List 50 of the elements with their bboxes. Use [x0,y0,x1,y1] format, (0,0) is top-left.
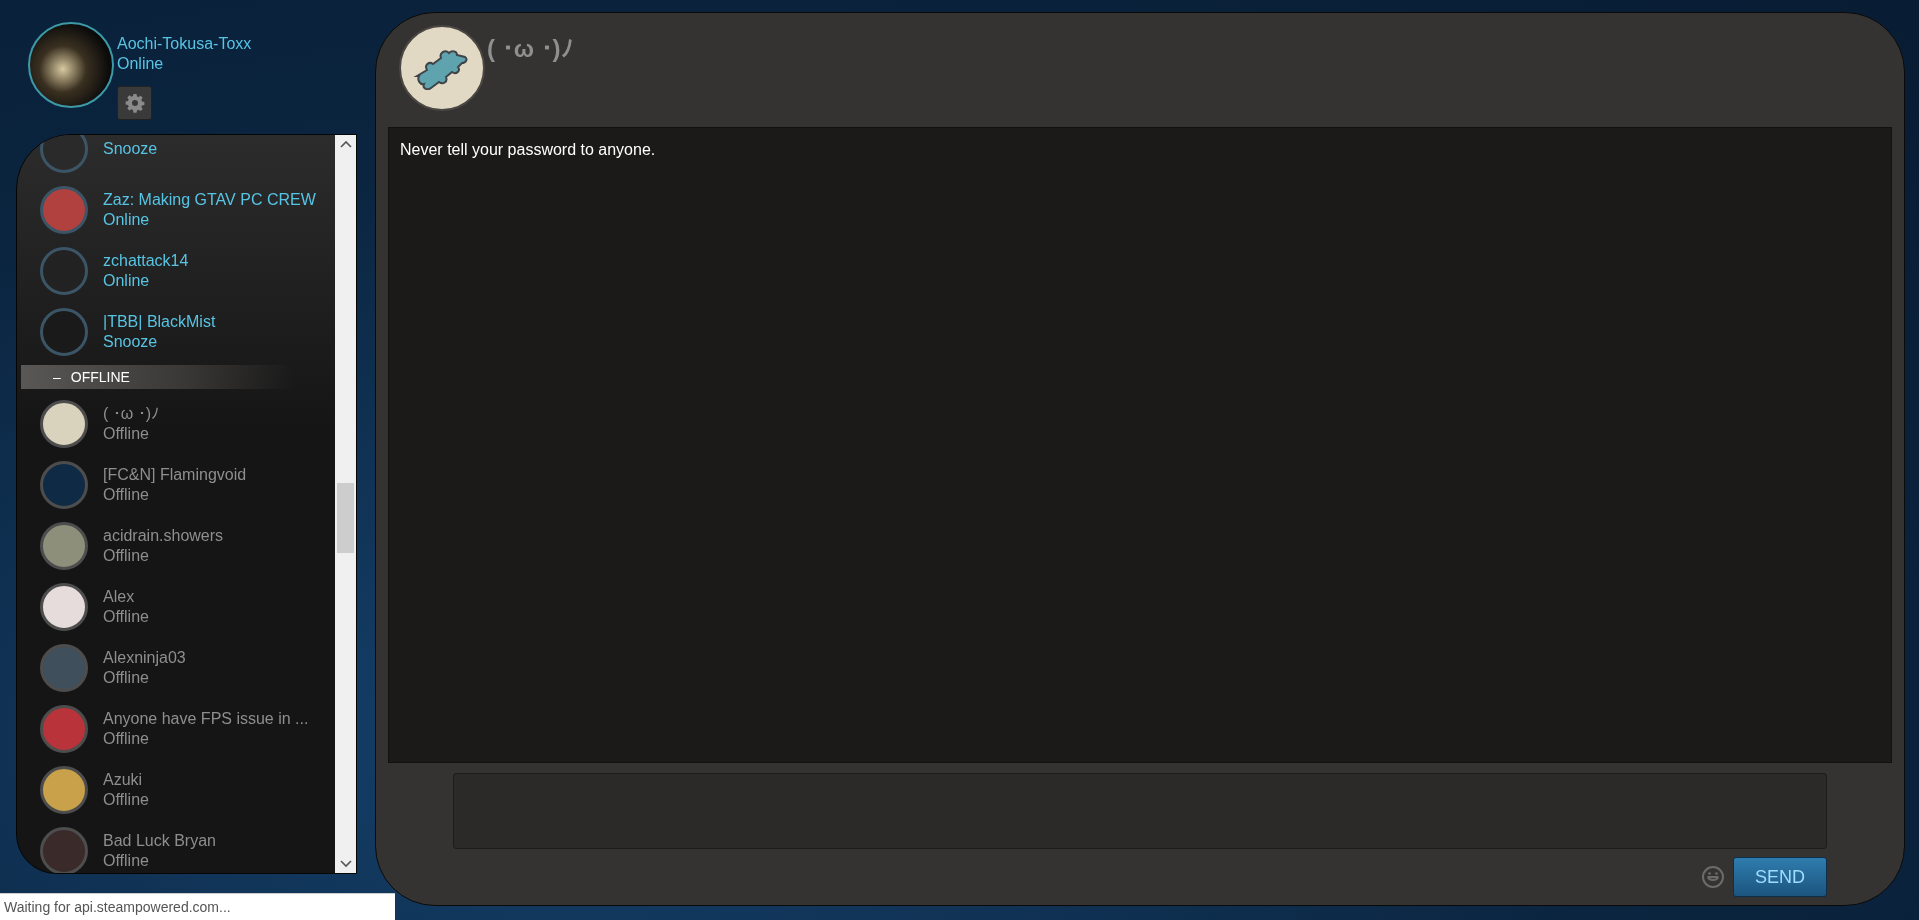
friend-name[interactable]: Alexninja03 [103,647,186,668]
settings-button[interactable] [117,86,152,120]
send-button[interactable]: SEND [1733,857,1827,897]
friend-status: Offline [103,728,150,749]
avatar-placeholder [40,765,88,814]
friend-status: Offline [103,423,150,444]
status-bar-text: Waiting for api.steampowered.com... [0,893,395,920]
friend-name[interactable]: |TBB| BlackMist [103,311,216,332]
avatar-placeholder [40,135,88,173]
group-label: OFFLINE [70,369,130,385]
friend-status: Online [103,270,151,291]
friend-name[interactable]: ( ･ω ･)ﾉ [103,403,160,424]
friend-status: Offline [103,667,150,688]
scrollbar-thumb[interactable] [337,483,354,553]
friend-status: Offline [103,606,149,627]
friend-name[interactable]: Anyone have FPS issue in ... [103,708,309,729]
friend-name[interactable]: Azuki [103,769,149,790]
avatar-placeholder [40,826,88,873]
friend-status: Offline [103,789,149,810]
avatar-placeholder [40,521,88,570]
avatar-placeholder [40,246,88,295]
friend-status: Offline [103,850,150,871]
friend-name[interactable]: [FC&N] Flamingvoid [103,464,247,485]
friend-name[interactable]: Bad Luck Bryan [103,830,216,851]
avatar-placeholder [40,185,88,234]
collapse-toggle[interactable]: – [53,369,61,385]
message-input[interactable] [453,773,1827,849]
message-text: Never tell your password to anyone. [400,141,657,159]
friend-status: Online [103,209,151,230]
friend-status: Offline [103,484,150,505]
friend-name[interactable]: Zaz: Making GTAV PC CREW [103,189,316,210]
profile-name[interactable]: Aochi-Tokusa-Toxx [117,34,252,54]
friend-name[interactable]: zchattack14 [103,250,189,271]
settings-icon [124,93,145,113]
avatar-placeholder [40,460,88,509]
avatar-placeholder [40,704,88,753]
scroll-up-icon[interactable] [339,140,352,148]
chat-title: ( ･ω ･)ﾉ [487,35,573,64]
avatar-placeholder [40,399,88,448]
friend-status: Snooze [103,138,158,159]
friend-name[interactable]: Alex [103,586,149,607]
friend-name[interactable]: acidrain.showers [103,525,224,546]
scroll-down-icon[interactable] [339,860,352,868]
profile-status: Online [117,54,165,74]
scrollbar[interactable] [335,135,356,873]
friend-status: Offline [103,545,150,566]
avatar-placeholder [40,582,88,631]
avatar-placeholder [40,643,88,692]
friend-status: Snooze [103,331,159,352]
avatar-placeholder [40,307,88,356]
